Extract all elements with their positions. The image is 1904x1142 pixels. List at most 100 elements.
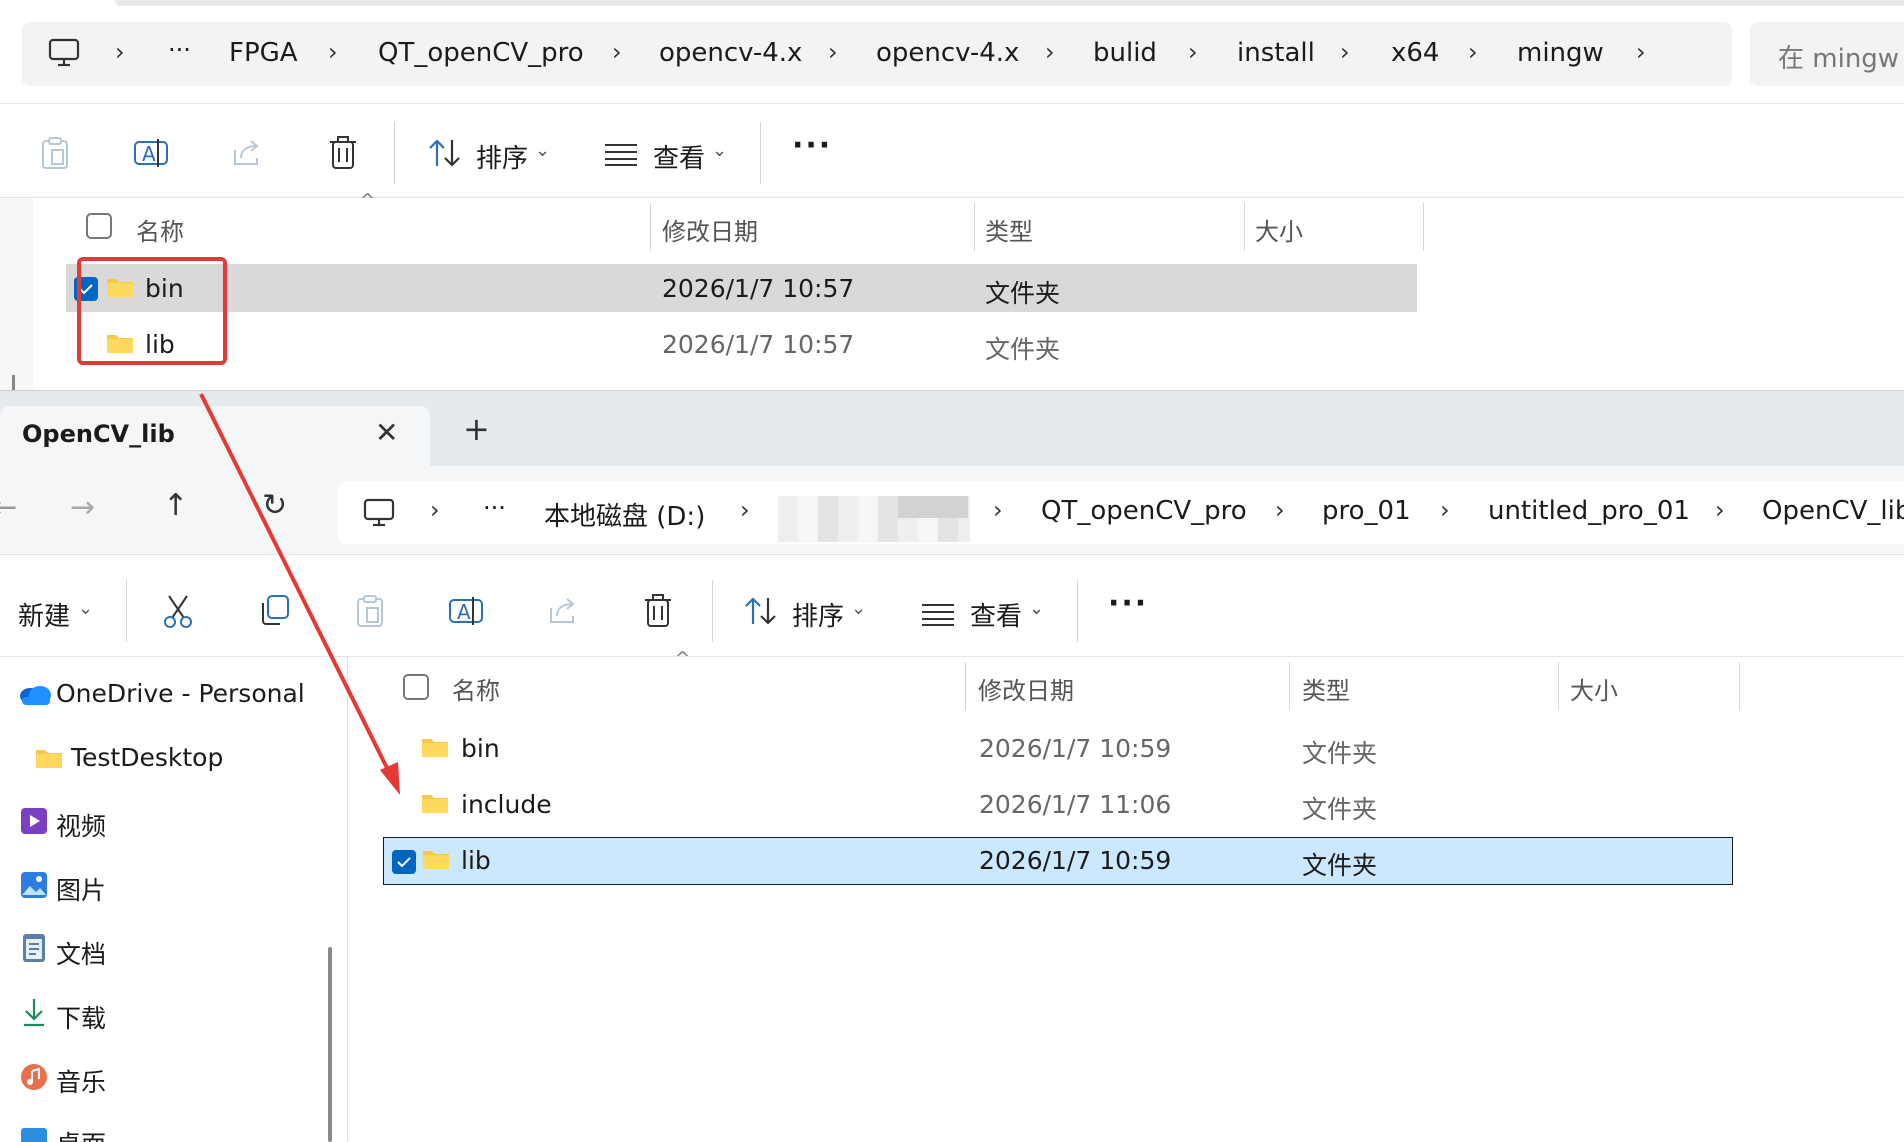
sidebar-item-label: 音乐 bbox=[56, 1068, 107, 1097]
sidebar-item-videos[interactable]: 视频 bbox=[20, 797, 320, 841]
breadcrumb-item[interactable]: install bbox=[1237, 38, 1315, 68]
sidebar-item-pictures[interactable]: 图片 bbox=[20, 861, 320, 905]
forward-arrow-icon[interactable]: → bbox=[70, 490, 95, 525]
file-date: 2026/1/7 11:06 bbox=[979, 790, 1172, 819]
sidebar-item-documents[interactable]: 文档 bbox=[20, 925, 320, 969]
cut-icon[interactable] bbox=[163, 594, 193, 628]
folder-icon bbox=[423, 851, 449, 869]
navigation-pane: OneDrive - Personal TestDesktop 视频 图片 文档… bbox=[0, 657, 348, 1142]
table-row[interactable]: bin 2026/1/7 10:57 文件夹 bbox=[66, 264, 1417, 312]
view-icon[interactable] bbox=[605, 142, 637, 166]
up-arrow-icon[interactable]: ↑ bbox=[163, 488, 188, 523]
column-header-date[interactable]: 修改日期 bbox=[662, 212, 758, 247]
new-tab-icon[interactable]: + bbox=[463, 410, 490, 448]
breadcrumb-item[interactable]: pro_01 bbox=[1322, 496, 1411, 526]
breadcrumb-item[interactable]: OpenCV_lib bbox=[1762, 496, 1904, 526]
paste-icon[interactable] bbox=[40, 136, 70, 170]
rename-icon[interactable]: A bbox=[133, 136, 169, 170]
table-row[interactable]: lib 2026/1/7 10:59 文件夹 bbox=[383, 837, 1733, 885]
breadcrumb-item[interactable]: FPGA bbox=[229, 38, 298, 68]
this-pc-icon[interactable] bbox=[363, 498, 395, 528]
row-checkbox[interactable] bbox=[392, 850, 416, 874]
sidebar-item-label: 视频 bbox=[56, 812, 107, 841]
chevron-down-icon: ⌄ bbox=[78, 598, 94, 619]
music-icon bbox=[21, 1064, 47, 1090]
share-icon[interactable] bbox=[547, 596, 579, 626]
delete-icon[interactable] bbox=[643, 594, 673, 628]
sidebar-item-label: OneDrive - Personal bbox=[56, 679, 305, 708]
video-icon bbox=[21, 808, 47, 834]
overflow-dots[interactable]: ··· bbox=[483, 494, 506, 522]
sort-button-label[interactable]: 排序 bbox=[792, 596, 844, 633]
column-header-name[interactable]: 名称 bbox=[136, 212, 184, 247]
sidebar-item-label: 桌面 bbox=[56, 1125, 106, 1142]
breadcrumb-item[interactable]: bulid bbox=[1093, 38, 1157, 68]
column-header-size[interactable]: 大小 bbox=[1570, 671, 1618, 706]
column-header-type[interactable]: 类型 bbox=[985, 212, 1033, 247]
search-box[interactable]: 在 mingw bbox=[1750, 22, 1904, 86]
sidebar-item-downloads[interactable]: 下载 bbox=[20, 989, 320, 1033]
breadcrumb-item[interactable]: opencv-4.x bbox=[876, 38, 1019, 68]
view-button-label[interactable]: 查看 bbox=[653, 138, 705, 175]
sort-icon[interactable] bbox=[744, 596, 778, 626]
chevron-right-icon: › bbox=[1715, 496, 1725, 524]
view-button-label[interactable]: 查看 bbox=[970, 596, 1022, 633]
copy-icon[interactable] bbox=[259, 594, 291, 626]
column-header-date[interactable]: 修改日期 bbox=[978, 671, 1074, 706]
table-row[interactable]: bin 2026/1/7 10:59 文件夹 bbox=[383, 726, 1733, 774]
more-options-icon[interactable]: ··· bbox=[1108, 586, 1148, 621]
table-row[interactable]: include 2026/1/7 11:06 文件夹 bbox=[383, 782, 1733, 830]
close-tab-icon[interactable]: ✕ bbox=[375, 416, 398, 449]
new-button-label[interactable]: 新建 bbox=[18, 596, 70, 633]
view-icon[interactable] bbox=[922, 602, 954, 626]
column-header-name[interactable]: 名称 bbox=[452, 671, 500, 706]
breadcrumb-item[interactable]: untitled_pro_01 bbox=[1488, 496, 1690, 526]
column-header-type[interactable]: 类型 bbox=[1302, 671, 1350, 706]
sidebar-item-label: TestDesktop bbox=[71, 743, 224, 772]
file-date: 2026/1/7 10:59 bbox=[979, 846, 1172, 875]
bottom-window: OpenCV_lib ✕ + ← → ↑ ↻ › ··· 本地磁盘 (D:) ›… bbox=[0, 390, 1904, 1142]
desktop-icon bbox=[21, 1128, 47, 1142]
rename-icon[interactable]: A bbox=[448, 594, 484, 628]
breadcrumb-item[interactable]: x64 bbox=[1391, 38, 1439, 68]
back-arrow-icon[interactable]: ← bbox=[0, 490, 17, 525]
file-type: 文件夹 bbox=[985, 335, 1061, 364]
chevron-right-icon: › bbox=[740, 496, 750, 524]
table-row[interactable]: lib 2026/1/7 10:57 文件夹 bbox=[66, 322, 1417, 370]
breadcrumb-item[interactable]: QT_openCV_pro bbox=[1041, 496, 1247, 526]
file-type: 文件夹 bbox=[1302, 851, 1378, 880]
this-pc-icon[interactable] bbox=[48, 38, 80, 68]
sort-icon[interactable] bbox=[428, 138, 462, 168]
delete-icon[interactable] bbox=[328, 136, 358, 170]
paste-icon[interactable] bbox=[355, 594, 385, 628]
breadcrumb-item[interactable]: 本地磁盘 (D:) bbox=[544, 496, 705, 533]
overflow-dots[interactable]: ··· bbox=[168, 36, 191, 64]
svg-text:A: A bbox=[142, 142, 156, 166]
sidebar-item-testdesktop[interactable]: TestDesktop bbox=[35, 733, 335, 777]
file-name: include bbox=[461, 790, 552, 819]
breadcrumb-item[interactable]: opencv-4.x bbox=[659, 38, 802, 68]
chevron-right-icon: › bbox=[1440, 496, 1450, 524]
share-icon[interactable] bbox=[231, 138, 263, 168]
top-window: 在 mingw › ··· › › › › › › › › FPGA QT_op… bbox=[0, 0, 1904, 390]
select-all-checkbox[interactable] bbox=[86, 213, 112, 239]
chevron-right-icon: › bbox=[1340, 38, 1350, 66]
chevron-right-icon: › bbox=[1275, 496, 1285, 524]
file-type: 文件夹 bbox=[985, 279, 1061, 308]
chevron-right-icon: › bbox=[430, 496, 440, 524]
sort-button-label[interactable]: 排序 bbox=[476, 138, 528, 175]
sidebar-item-desktop[interactable]: 桌面 bbox=[20, 1115, 320, 1142]
chevron-right-icon: › bbox=[328, 38, 338, 66]
tab-opencv-lib[interactable]: OpenCV_lib ✕ bbox=[0, 406, 430, 468]
breadcrumb-item[interactable]: mingw bbox=[1517, 38, 1604, 68]
sidebar-scrollbar[interactable] bbox=[328, 947, 332, 1142]
more-options-icon[interactable]: ··· bbox=[792, 128, 832, 163]
refresh-icon[interactable]: ↻ bbox=[262, 488, 287, 523]
breadcrumb-item[interactable]: QT_openCV_pro bbox=[378, 38, 584, 68]
select-all-checkbox[interactable] bbox=[403, 674, 429, 700]
sidebar-item-onedrive[interactable]: OneDrive - Personal bbox=[18, 669, 338, 713]
sidebar-item-music[interactable]: 音乐 bbox=[20, 1053, 320, 1097]
file-type: 文件夹 bbox=[1302, 739, 1378, 768]
sort-caret-icon: ^ bbox=[675, 648, 691, 669]
column-header-size[interactable]: 大小 bbox=[1255, 212, 1303, 247]
